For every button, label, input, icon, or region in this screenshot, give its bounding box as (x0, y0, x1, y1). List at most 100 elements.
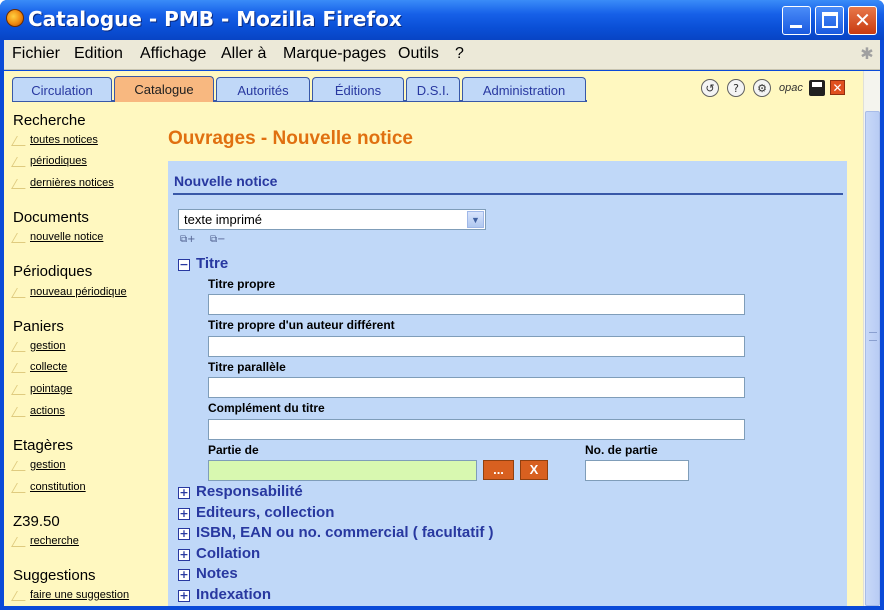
sidebar-link-nouvelle-notice[interactable]: nouvelle notice (30, 231, 103, 243)
page-title: Ouvrages - Nouvelle notice (168, 128, 413, 149)
no-partie-input[interactable] (585, 460, 689, 481)
opac-link[interactable]: opac (779, 79, 803, 97)
menu-bar: Fichier Edition Affichage Aller à Marque… (4, 40, 880, 70)
expand-icon[interactable]: + (178, 569, 190, 581)
titre-auteur-different-label: Titre propre d'un auteur différent (208, 318, 395, 332)
close-icon: ✕ (854, 8, 871, 32)
document-type-value: texte imprimé (184, 212, 263, 227)
bullet-icon (11, 385, 31, 395)
sidebar-heading-periodiques: Périodiques (13, 263, 93, 280)
history-icon[interactable]: ↺ (701, 79, 719, 97)
section-responsabilite-label[interactable]: Responsabilité (196, 483, 303, 500)
section-collation-label[interactable]: Collation (196, 545, 260, 562)
clear-serie-button[interactable]: X (520, 460, 548, 480)
throbber-icon: ✱ (860, 44, 874, 63)
bullet-icon (11, 233, 31, 243)
sidebar-link-gestion-etageres[interactable]: gestion (30, 459, 65, 471)
panel-title: Nouvelle notice (174, 173, 278, 189)
partie-de-input[interactable] (208, 460, 477, 481)
maximize-button[interactable] (815, 6, 844, 35)
vertical-scrollbar[interactable] (863, 71, 880, 606)
tab-circulation[interactable]: Circulation (12, 77, 112, 101)
partie-de-label: Partie de (208, 443, 259, 457)
menu-fichier[interactable]: Fichier (12, 45, 60, 63)
titre-propre-label: Titre propre (208, 277, 276, 291)
help-icon[interactable]: ? (727, 79, 745, 97)
titre-auteur-different-input[interactable] (208, 336, 745, 357)
tab-dsi[interactable]: D.S.I. (406, 77, 460, 101)
tab-catalogue[interactable]: Catalogue (114, 76, 214, 102)
menu-edition[interactable]: Edition (74, 45, 123, 63)
browser-window: Catalogue - PMB - Mozilla Firefox ✕ Fich… (0, 0, 884, 610)
sidebar-link-actions[interactable]: actions (30, 405, 65, 417)
sidebar-heading-etageres: Etagères (13, 437, 74, 454)
bullet-icon (11, 179, 31, 189)
collapse-icon[interactable]: − (178, 259, 190, 271)
close-button[interactable]: ✕ (848, 6, 877, 35)
sidebar-link-dernieres-notices[interactable]: dernières notices (30, 177, 114, 189)
bullet-icon (11, 407, 31, 417)
title-bar: Catalogue - PMB - Mozilla Firefox ✕ (0, 0, 884, 40)
sidebar-link-recherche-z3950[interactable]: recherche (30, 535, 79, 547)
document-type-select[interactable]: texte imprimé ▼ (178, 209, 486, 230)
sidebar-heading-suggestions: Suggestions (13, 567, 96, 584)
window-title: Catalogue - PMB - Mozilla Firefox (28, 7, 402, 31)
page-content: Circulation Catalogue Autorités Éditions… (4, 71, 880, 606)
bullet-icon (11, 157, 31, 167)
section-titre-label[interactable]: Titre (196, 255, 228, 272)
tab-autorites[interactable]: Autorités (216, 77, 310, 101)
bullet-icon (11, 363, 31, 373)
minimize-icon (790, 25, 802, 28)
sidebar-link-collecte[interactable]: collecte (30, 361, 67, 373)
sidebar-link-nouveau-periodique[interactable]: nouveau périodique (30, 286, 127, 298)
firefox-icon (6, 9, 24, 27)
sidebar-link-periodiques[interactable]: périodiques (30, 155, 87, 167)
select-serie-button[interactable]: ... (483, 460, 514, 480)
sidebar-link-toutes-notices[interactable]: toutes notices (30, 134, 98, 146)
bullet-icon (11, 483, 31, 493)
sidebar-link-gestion-paniers[interactable]: gestion (30, 340, 65, 352)
sidebar-heading-paniers: Paniers (13, 318, 64, 335)
settings-icon[interactable]: ⚙ (753, 79, 771, 97)
save-icon[interactable] (809, 80, 825, 96)
sidebar-link-pointage[interactable]: pointage (30, 383, 72, 395)
menu-outils[interactable]: Outils (398, 45, 439, 63)
bullet-icon (11, 342, 31, 352)
sidebar-heading-recherche: Recherche (13, 112, 86, 129)
bullet-icon (11, 136, 31, 146)
complement-titre-input[interactable] (208, 419, 745, 440)
expand-icon[interactable]: + (178, 590, 190, 602)
expand-icon[interactable]: + (178, 487, 190, 499)
bullet-icon (11, 288, 31, 298)
expand-icon[interactable]: + (178, 508, 190, 520)
tab-editions[interactable]: Éditions (312, 77, 404, 101)
maximize-icon (822, 12, 838, 28)
chevron-down-icon: ▼ (467, 211, 484, 228)
titre-parallele-input[interactable] (208, 377, 745, 398)
tab-administration[interactable]: Administration (462, 77, 586, 101)
expand-icon[interactable]: + (178, 549, 190, 561)
titre-propre-input[interactable] (208, 294, 745, 315)
section-notes-label[interactable]: Notes (196, 565, 238, 582)
menu-help[interactable]: ? (455, 45, 464, 63)
logout-icon[interactable]: ✕ (830, 80, 845, 95)
sidebar-heading-documents: Documents (13, 209, 89, 226)
sidebar-link-constitution[interactable]: constitution (30, 481, 86, 493)
section-editeurs-label[interactable]: Editeurs, collection (196, 504, 334, 521)
scrollbar-thumb[interactable] (865, 111, 880, 606)
no-partie-label: No. de partie (585, 443, 658, 457)
menu-affichage[interactable]: Affichage (140, 45, 206, 63)
menu-marque-pages[interactable]: Marque-pages (283, 45, 386, 63)
minimize-button[interactable] (782, 6, 811, 35)
panel-divider (173, 193, 843, 195)
sidebar-link-faire-suggestion[interactable]: faire une suggestion (30, 589, 129, 601)
section-indexation-label[interactable]: Indexation (196, 586, 271, 603)
collapse-all-icon[interactable]: ⧉− (210, 234, 228, 248)
complement-titre-label: Complément du titre (208, 401, 325, 415)
titre-parallele-label: Titre parallèle (208, 360, 286, 374)
section-isbn-label[interactable]: ISBN, EAN ou no. commercial ( facultatif… (196, 524, 494, 541)
menu-aller-a[interactable]: Aller à (221, 45, 266, 63)
expand-all-icon[interactable]: ⧉+ (180, 234, 198, 248)
sidebar: Recherche toutes notices périodiques der… (4, 102, 166, 606)
expand-icon[interactable]: + (178, 528, 190, 540)
